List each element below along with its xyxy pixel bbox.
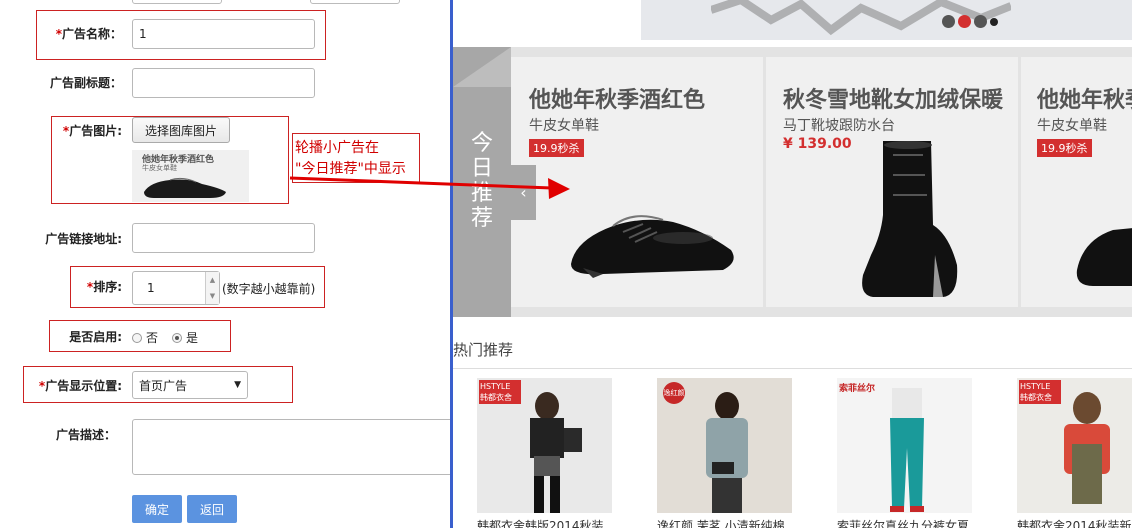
stepper-up-icon[interactable]: ▲: [206, 272, 219, 288]
top-banner: [641, 0, 1132, 40]
hot-item-4-caption[interactable]: 韩都衣舍2014秋装新: [1017, 517, 1132, 528]
product-3-sub: 牛皮女单鞋: [1037, 118, 1107, 134]
carousel-dots[interactable]: [942, 15, 998, 28]
choose-image-button[interactable]: 选择图库图片: [132, 117, 230, 143]
enabled-yes-option[interactable]: 是: [172, 329, 198, 346]
model-figure-image: [1064, 392, 1110, 504]
enabled-label: 是否启用:: [69, 330, 122, 344]
carousel-dot[interactable]: [990, 17, 998, 26]
subtitle-input[interactable]: [132, 68, 315, 98]
position-select[interactable]: 首页广告 ▼: [132, 371, 248, 399]
carousel-prev-button[interactable]: ‹: [511, 165, 536, 220]
top-clipped-field: [310, 0, 400, 4]
position-label: *广告显示位置:: [38, 379, 122, 393]
link-label: 广告链接地址:: [45, 232, 122, 246]
carousel-dot[interactable]: [974, 15, 987, 28]
radio-yes[interactable]: [172, 332, 182, 343]
stepper-down-icon[interactable]: ▼: [206, 288, 219, 304]
hot-item-3[interactable]: 索菲丝尔: [837, 378, 972, 513]
name-input[interactable]: 1: [132, 19, 315, 49]
image-preview: 他她年秋季酒红色 牛皮女单鞋: [132, 150, 249, 202]
product-2-title: 秋冬雪地靴女加绒保暖: [783, 88, 1004, 113]
image-label: *广告图片:: [62, 124, 122, 138]
product-2-sub: 马丁靴坡跟防水台: [783, 118, 895, 134]
carousel-dot[interactable]: [942, 15, 955, 28]
dropdown-arrow-icon[interactable]: ▼: [234, 380, 241, 390]
hot-item-2-caption[interactable]: 逸红颜 茉茗 小清新纯棉: [657, 517, 785, 528]
product-1-sub: 牛皮女单鞋: [529, 118, 599, 134]
hot-item-3-caption[interactable]: 索菲丝尔真丝九分裤女夏: [837, 517, 969, 528]
preview-shoe-image: [144, 177, 226, 198]
today-label-text: 今 日 推 荐: [470, 131, 493, 231]
product-2-boot-image: [862, 141, 958, 297]
chevron-left-icon[interactable]: ‹: [520, 183, 526, 202]
product-1-shoe-image: [571, 215, 734, 278]
order-label: *排序:: [86, 280, 122, 294]
subtitle-label: 广告副标题：: [49, 76, 122, 90]
model-figure-image: [890, 388, 924, 512]
name-label: *广告名称：: [55, 27, 122, 41]
brand-badge: 逸红颜: [663, 382, 685, 404]
annotation-line1: 轮播小广告在: [295, 140, 379, 156]
order-stepper[interactable]: 1 ▲ ▼: [132, 271, 220, 305]
annotation-line2: "今日推荐"中显示: [295, 161, 406, 177]
radio-no[interactable]: [132, 332, 142, 343]
today-label-corner: [453, 47, 511, 87]
confirm-button[interactable]: 确定: [132, 495, 182, 523]
stepper-buttons[interactable]: ▲ ▼: [205, 272, 219, 304]
model-figure-image: [530, 392, 582, 513]
back-button[interactable]: 返回: [187, 495, 237, 523]
top-clipped-field: [132, 0, 222, 4]
hot-item-4[interactable]: HSTYLE 韩都衣舍: [1017, 378, 1132, 513]
product-3-title: 他她年秋季: [1037, 88, 1132, 113]
desc-textarea[interactable]: [132, 419, 462, 475]
enabled-no-option[interactable]: 否: [132, 329, 158, 346]
hot-item-1[interactable]: HSTYLE 韩都衣舍: [477, 378, 612, 513]
hot-item-2[interactable]: 逸红颜: [657, 378, 792, 513]
product-3-tag: 19.9秒杀: [1037, 139, 1092, 157]
link-input[interactable]: [132, 223, 315, 253]
desc-label: 广告描述：: [55, 428, 116, 442]
product-1-title: 他她年秋季酒红色: [529, 88, 706, 113]
product-3-shoe-image: [1076, 228, 1132, 286]
today-label: 今 日 推 荐: [453, 47, 511, 317]
product-2-price: ¥ 139.00: [783, 136, 852, 152]
carousel-dot-active[interactable]: [958, 15, 971, 28]
model-figure-image: [706, 392, 748, 513]
hot-item-1-caption[interactable]: 韩都衣舍韩版2014秋装: [477, 517, 604, 528]
hot-section-divider: [453, 368, 1132, 369]
product-1-tag: 19.9秒杀: [529, 139, 584, 157]
hot-section-title: 热门推荐: [453, 341, 514, 359]
brand-badge: 索菲丝尔: [839, 384, 876, 394]
form-panel: *广告名称： 1 广告副标题： *广告图片: 选择图库图片 他她年秋季酒红色 牛…: [0, 0, 462, 528]
order-hint: (数字越小越靠前): [222, 282, 316, 296]
site-preview: 今 日 推 荐 他她年秋季酒红色 牛皮女单鞋 19.9秒杀 秋冬雪地靴女加绒保暖…: [453, 0, 1132, 528]
